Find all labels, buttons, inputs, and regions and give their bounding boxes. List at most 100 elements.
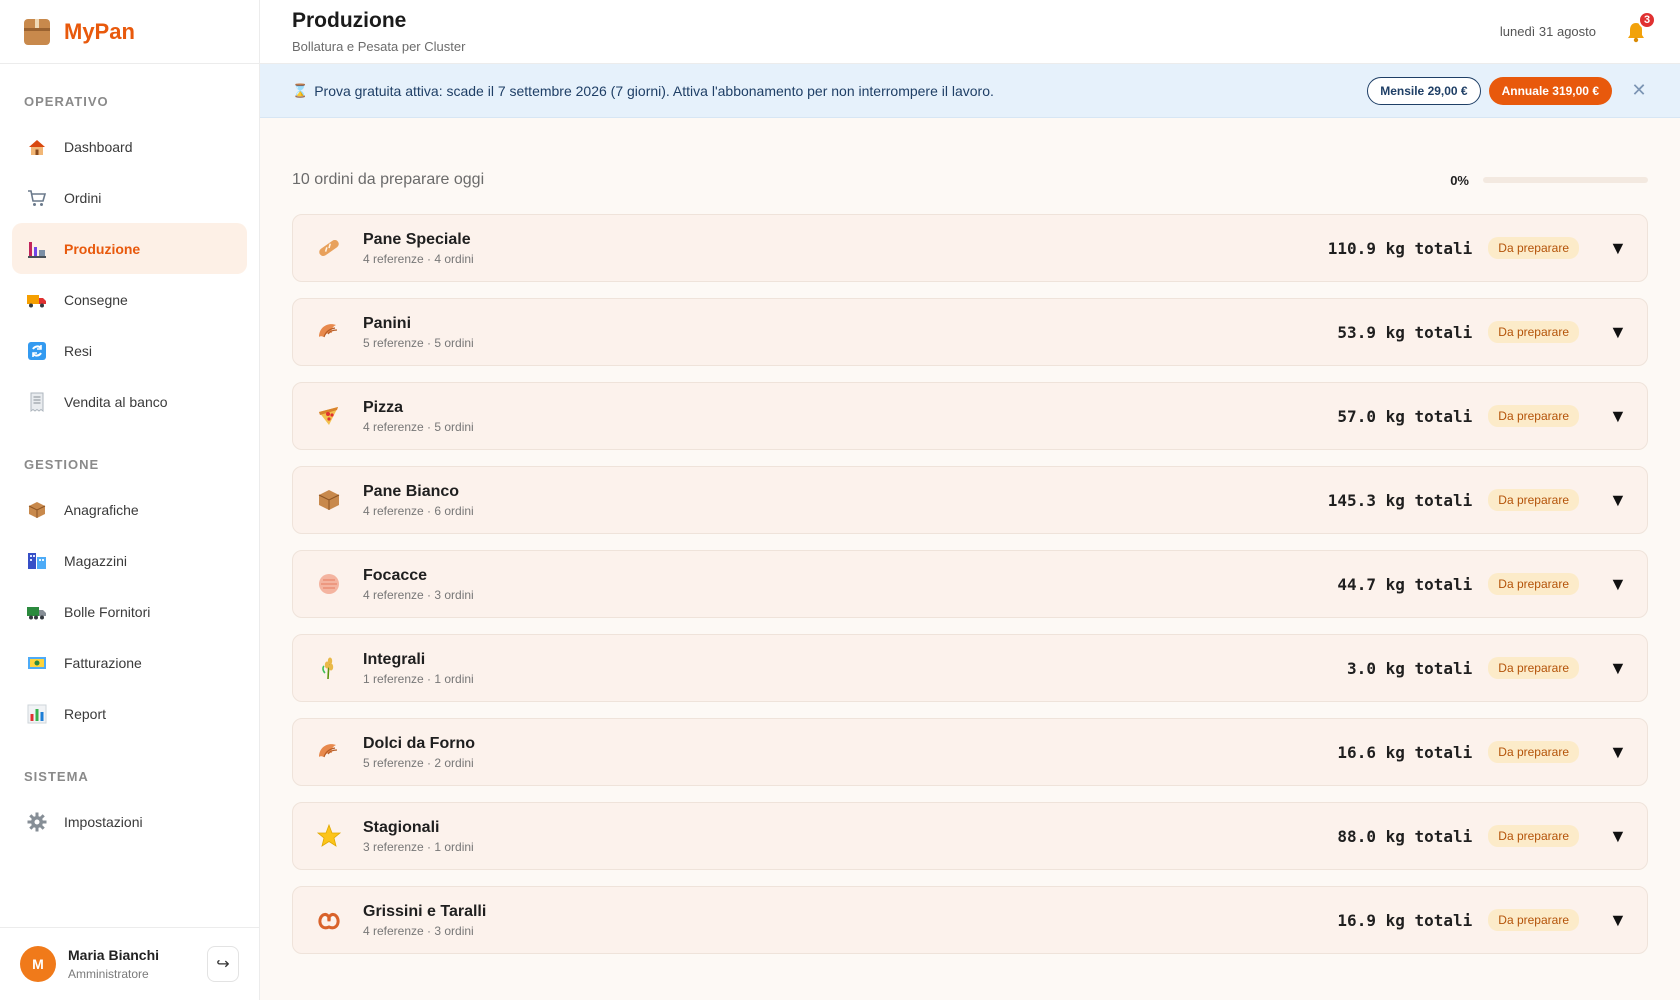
sidebar-item-ordini[interactable]: Ordini [12,172,247,223]
cluster-list: Pane Speciale 4 referenze · 4 ordini 110… [292,214,1648,954]
sidebar-item-bolle-fornitori[interactable]: Bolle Fornitori [12,586,247,637]
close-icon[interactable]: ✕ [1630,80,1648,101]
cluster-weight: 145.3 kg totali [1327,490,1473,510]
pretzel-icon [315,906,343,934]
pizza-icon [315,402,343,430]
box-logo-icon [24,18,50,45]
trial-text-wrap: ⌛ Prova gratuita attiva: scade il 7 sett… [292,83,994,99]
expand-toggle-icon[interactable]: ▼ [1609,658,1627,679]
section-title-gestione: GESTIONE [24,457,100,472]
sidebar-item-dashboard[interactable]: Dashboard [12,121,247,172]
expand-toggle-icon[interactable]: ▼ [1609,910,1627,931]
cluster-meta: 5 referenze · 2 ordini [363,755,474,770]
cluster-info: Integrali 1 referenze · 1 ordini [363,651,1347,686]
lorry-icon [26,601,48,623]
expand-toggle-icon[interactable]: ▼ [1609,574,1627,595]
avatar[interactable]: M [20,946,56,982]
sidebar-item-label: Anagrafiche [64,501,139,518]
cluster-row[interactable]: Stagionali 3 referenze · 1 ordini 88.0 k… [292,802,1648,870]
cluster-meta: 4 referenze · 5 ordini [363,419,474,434]
status-badge: Da preparare [1488,657,1579,679]
sidebar-item-label: Bolle Fornitori [64,603,151,620]
cluster-meta: 4 referenze · 3 ordini [363,587,474,602]
cluster-row[interactable]: Focacce 4 referenze · 3 ordini 44.7 kg t… [292,550,1648,618]
cluster-name: Pizza [363,398,404,416]
refresh-icon [26,340,48,362]
star-icon [315,822,343,850]
expand-toggle-icon[interactable]: ▼ [1609,826,1627,847]
cluster-weight: 57.0 kg totali [1337,406,1473,426]
progress-label: 0% [1450,172,1469,188]
status-badge: Da preparare [1488,405,1579,427]
cluster-weight: 53.9 kg totali [1337,322,1473,342]
cluster-weight: 3.0 kg totali [1347,658,1473,678]
cluster-row[interactable]: Dolci da Forno 5 referenze · 2 ordini 16… [292,718,1648,786]
cluster-row[interactable]: Grissini e Taralli 4 referenze · 3 ordin… [292,886,1648,954]
banknote-icon [26,652,48,674]
sidebar-item-resi[interactable]: Resi [12,325,247,376]
cart-icon [26,187,48,209]
cluster-meta: 1 referenze · 1 ordini [363,671,474,686]
sidebar-item-label: Resi [64,342,93,359]
cluster-meta: 4 referenze · 6 ordini [363,503,474,518]
hourglass-icon: ⌛ [292,82,309,98]
expand-toggle-icon[interactable]: ▼ [1609,490,1627,511]
cluster-weight: 16.6 kg totali [1337,742,1473,762]
sidebar-item-consegne[interactable]: Consegne [12,274,247,325]
cluster-info: Focacce 4 referenze · 3 ordini [363,567,1337,602]
sidebar-item-produzione[interactable]: Produzione [12,223,247,274]
sidebar-item-magazzini[interactable]: Magazzini [12,535,247,586]
yearly-plan-button[interactable]: Annuale 319,00 € [1488,76,1612,105]
cluster-meta: 3 referenze · 1 ordini [363,839,474,854]
cluster-meta: 4 referenze · 4 ordini [363,251,474,266]
status-badge: Da preparare [1488,321,1579,343]
brand[interactable]: MyPan [0,0,259,64]
cluster-name: Grissini e Taralli [363,902,487,920]
expand-toggle-icon[interactable]: ▼ [1609,238,1627,259]
cluster-name: Panini [363,314,412,332]
cluster-weight: 44.7 kg totali [1337,574,1473,594]
summary-row: 10 ordini da preparare oggi 0% [292,158,1648,202]
brand-name: MyPan [64,18,135,44]
sidebar-item-report[interactable]: Report [12,688,247,739]
logout-button[interactable]: ↪ [207,946,239,982]
wheat-icon [315,654,343,682]
cluster-name: Integrali [363,650,426,668]
notifications-button[interactable]: 3 [1624,10,1656,44]
sidebar-item-impostazioni[interactable]: Impostazioni [12,796,247,847]
orders-summary: 10 ordini da preparare oggi [292,171,485,188]
sidebar-item-label: Report [64,705,107,722]
croissant-icon [315,738,343,766]
cluster-weight: 88.0 kg totali [1337,826,1473,846]
user-role: Amministratore [68,967,149,981]
cluster-name: Pane Speciale [363,230,471,248]
cluster-name: Pane Bianco [363,482,460,500]
cluster-row[interactable]: Pane Speciale 4 referenze · 4 ordini 110… [292,214,1648,282]
sidebar-item-fatturazione[interactable]: Fatturazione [12,637,247,688]
status-badge: Da preparare [1488,237,1579,259]
truck-icon [26,289,48,311]
sidebar-item-label: Produzione [64,240,141,257]
expand-toggle-icon[interactable]: ▼ [1609,406,1627,427]
cluster-row[interactable]: Integrali 1 referenze · 1 ordini 3.0 kg … [292,634,1648,702]
expand-toggle-icon[interactable]: ▼ [1609,742,1627,763]
sidebar-item-label: Impostazioni [64,813,143,830]
trial-actions: Mensile 29,00 € Annuale 319,00 € ✕ [1367,76,1648,105]
expand-toggle-icon[interactable]: ▼ [1609,322,1627,343]
monthly-plan-button[interactable]: Mensile 29,00 € [1367,76,1481,105]
baguette-icon [315,234,343,262]
cluster-row[interactable]: Panini 5 referenze · 5 ordini 53.9 kg to… [292,298,1648,366]
sidebar-item-label: Consegne [64,291,128,308]
cluster-row[interactable]: Pizza 4 referenze · 5 ordini 57.0 kg tot… [292,382,1648,450]
page-subtitle: Bollatura e Pesata per Cluster [292,39,466,54]
sidebar-item-vendita-al-banco[interactable]: Vendita al banco [12,376,247,427]
sidebar-item-anagrafiche[interactable]: Anagrafiche [12,484,247,535]
trial-message: Prova gratuita attiva: scade il 7 settem… [314,82,994,99]
cluster-meta: 5 referenze · 5 ordini [363,335,474,350]
cluster-name: Focacce [363,566,428,584]
cluster-weight: 110.9 kg totali [1327,238,1473,258]
bar-chart-icon [26,703,48,725]
cluster-info: Grissini e Taralli 4 referenze · 3 ordin… [363,903,1337,938]
status-badge: Da preparare [1488,741,1579,763]
cluster-row[interactable]: Pane Bianco 4 referenze · 6 ordini 145.3… [292,466,1648,534]
